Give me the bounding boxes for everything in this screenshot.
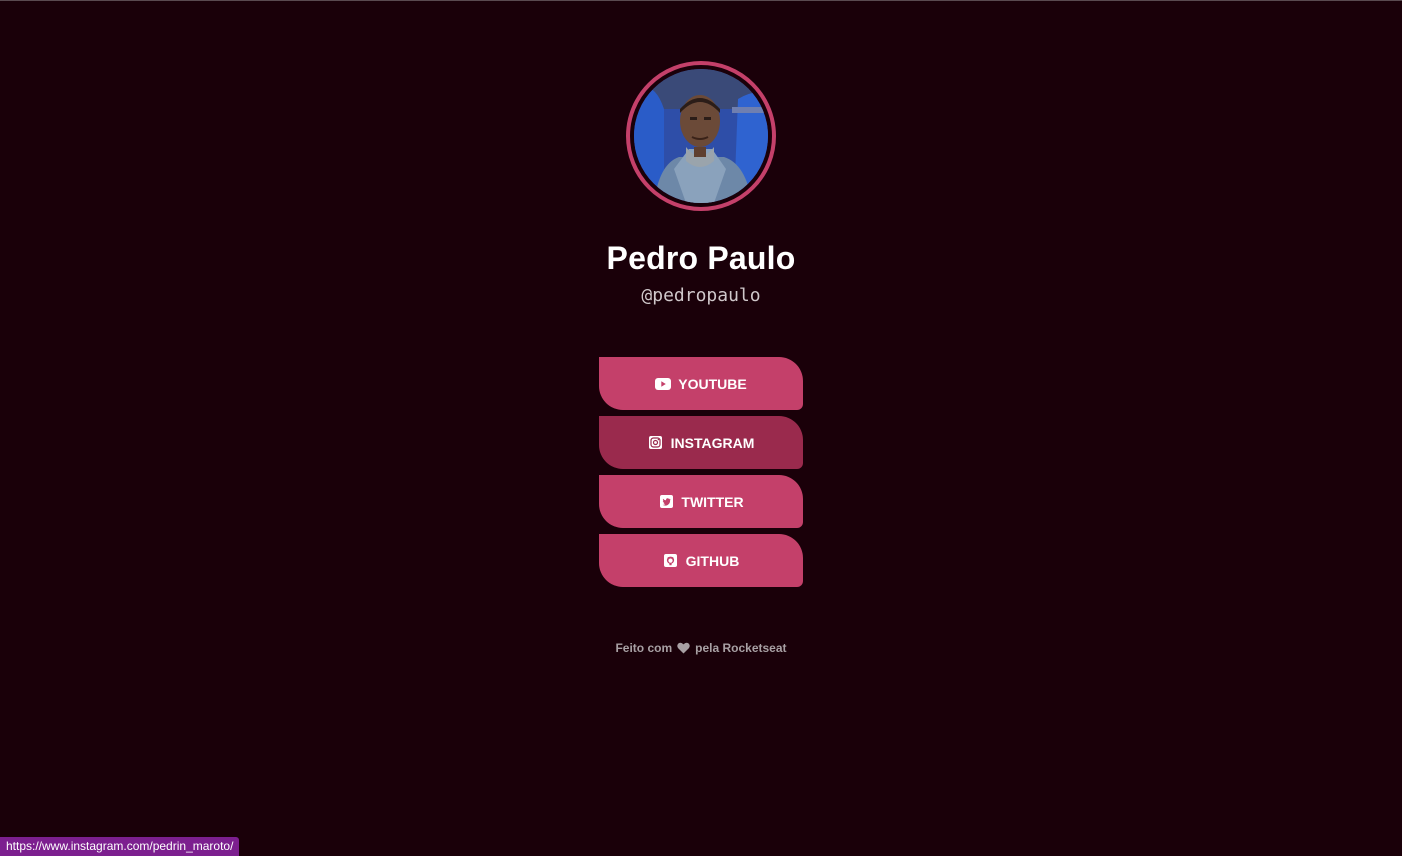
avatar-photo bbox=[634, 69, 768, 203]
twitter-icon bbox=[658, 494, 674, 510]
twitter-link-button[interactable]: TWITTER bbox=[599, 475, 803, 528]
footer-credit: Feito com pela Rocketseat bbox=[615, 641, 786, 655]
avatar bbox=[634, 69, 768, 203]
profile-card: Pedro Paulo @pedropaulo YOUTUBE INSTAGRA… bbox=[0, 0, 1402, 655]
twitter-link-label: TWITTER bbox=[681, 493, 744, 510]
footer-suffix: pela Rocketseat bbox=[695, 641, 787, 655]
profile-handle: @pedropaulo bbox=[641, 285, 761, 306]
github-link-button[interactable]: GITHUB bbox=[599, 534, 803, 587]
avatar-ring bbox=[626, 61, 776, 211]
github-link-label: GITHUB bbox=[685, 552, 740, 569]
social-links: YOUTUBE INSTAGRAM TWITTER GITHUB bbox=[599, 357, 803, 593]
footer-prefix: Feito com bbox=[615, 641, 673, 655]
heart-icon bbox=[677, 642, 690, 654]
profile-name: Pedro Paulo bbox=[606, 240, 796, 276]
instagram-link-label: INSTAGRAM bbox=[670, 434, 755, 451]
youtube-link-button[interactable]: YOUTUBE bbox=[599, 357, 803, 410]
instagram-icon bbox=[648, 435, 664, 451]
status-bar-url: https://www.instagram.com/pedrin_maroto/ bbox=[0, 837, 240, 856]
youtube-icon bbox=[655, 376, 672, 392]
instagram-link-button[interactable]: INSTAGRAM bbox=[599, 416, 803, 469]
github-icon bbox=[663, 553, 679, 569]
youtube-link-label: YOUTUBE bbox=[678, 375, 747, 392]
